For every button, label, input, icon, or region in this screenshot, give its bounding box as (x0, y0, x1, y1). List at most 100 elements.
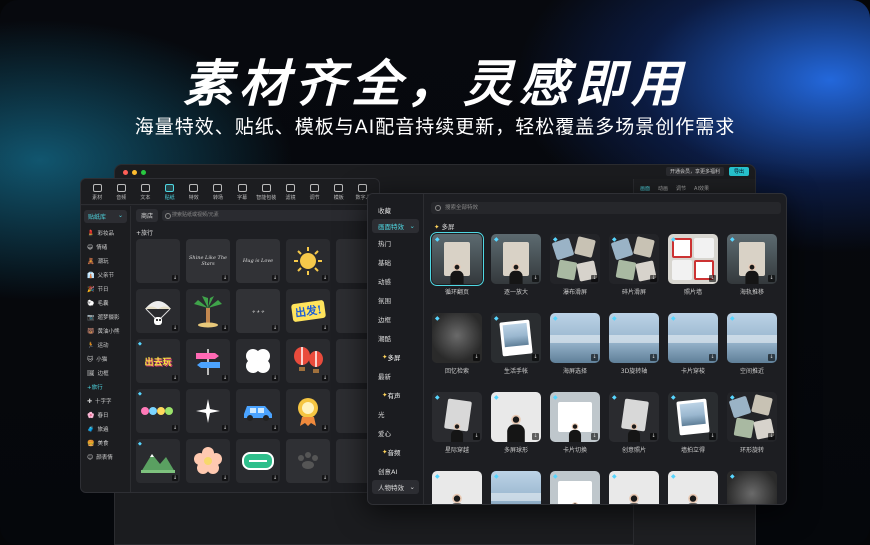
download-icon[interactable]: ↓ (222, 275, 228, 281)
effect-item[interactable]: ◆↓拉开序幕 (727, 471, 777, 504)
effects-category-item[interactable]: 基础 (368, 252, 423, 271)
download-icon[interactable]: ↓ (322, 375, 328, 381)
download-icon[interactable]: ↓ (272, 275, 278, 281)
effect-item[interactable]: ◆ ↓ 多屏球形 (491, 392, 541, 454)
sticker-tile[interactable]: ↓ (236, 339, 280, 383)
effect-item[interactable]: ◆ 循环翻页 (430, 232, 484, 296)
effect-thumbnail[interactable]: ◆↓ (432, 471, 482, 504)
effect-item[interactable]: ◆ ↓ 卡片切换 (550, 392, 600, 454)
download-icon[interactable]: ↓ (650, 275, 657, 282)
effect-thumbnail[interactable]: ◆↓ (550, 313, 600, 363)
effect-item[interactable]: ◆ ↓ 海屏选择 (550, 313, 600, 375)
download-icon[interactable]: ↓ (709, 433, 716, 440)
properties-tab[interactable]: 动画 (658, 185, 668, 192)
effects-category-item[interactable]: 创意AI (368, 461, 423, 480)
download-icon[interactable]: ↓ (650, 354, 657, 361)
effect-item[interactable]: ◆↓切换镜头 (432, 471, 482, 504)
sticker-tile[interactable]: ↓ (136, 289, 180, 333)
effects-category-item[interactable]: ✦ 多屏 (368, 347, 423, 366)
download-icon[interactable]: ↓ (709, 354, 716, 361)
sidebar-item[interactable]: 🍔 美食 (81, 436, 130, 450)
sticker-tile[interactable]: ↓ (286, 389, 330, 433)
sidebar-item[interactable]: ✚ 十字字 (81, 394, 130, 408)
sidebar-item[interactable]: 🖼 边框 (81, 366, 130, 380)
effect-thumbnail[interactable]: ◆↓ (491, 234, 541, 284)
effect-thumbnail[interactable]: ◆↓ (668, 392, 718, 442)
download-icon[interactable]: ↓ (222, 425, 228, 431)
download-icon[interactable]: ↓ (272, 425, 278, 431)
effects-category-item[interactable]: 光 (368, 404, 423, 423)
effect-thumbnail[interactable]: ◆↓ (727, 392, 777, 442)
download-icon[interactable]: ↓ (768, 433, 775, 440)
sidebar-item[interactable]: 🧸 潮玩 (81, 254, 130, 268)
download-icon[interactable]: ↓ (591, 275, 598, 282)
download-icon[interactable]: ↓ (222, 325, 228, 331)
effects-category-item[interactable]: 画面特效 ⌄ (372, 219, 419, 233)
effects-search-input[interactable]: 搜索全部特效 (431, 202, 781, 214)
download-icon[interactable]: ↓ (222, 475, 228, 481)
effect-item[interactable]: ◆ ↓ 星际穿越 (432, 392, 482, 454)
download-icon[interactable]: ↓ (532, 275, 539, 282)
sidebar-item[interactable]: 🌸 春日 (81, 408, 130, 422)
effects-category-item[interactable]: ✦ 音频 (368, 442, 423, 461)
account-button[interactable]: 开通会员，享更多福利 (665, 167, 724, 176)
effect-item[interactable]: ◆ ↓ 回忆检索 (432, 313, 482, 375)
sticker-tile[interactable]: ✈ ✈ ✈ ↓ (236, 289, 280, 333)
sticker-tile[interactable]: ↓ (286, 339, 330, 383)
download-icon[interactable]: ↓ (768, 354, 775, 361)
effect-item[interactable]: ◆ ↓ 瀑布滑屏 (550, 234, 600, 296)
effect-item[interactable]: ◆↓3D旋转 (609, 471, 659, 504)
download-icon[interactable]: ↓ (222, 375, 228, 381)
sticker-tile[interactable]: ↓ (136, 239, 180, 283)
sticker-tile[interactable]: ↓ (186, 439, 230, 483)
sidebar-item[interactable]: 🧳 旅遍 (81, 422, 130, 436)
effect-item[interactable]: ◆ ↓ 生活手帐 (491, 313, 541, 375)
sidebar-item[interactable]: 🐻 黄油小熊 (81, 324, 130, 338)
toolbar-sticker[interactable]: 贴纸 (158, 184, 182, 201)
effect-thumbnail[interactable]: ◆↓ (727, 234, 777, 284)
effect-item[interactable]: ◆↓纵向轮播 (550, 471, 600, 504)
effects-category-item[interactable]: 边框 (368, 309, 423, 328)
effect-item[interactable]: ◆ ↓ 环形旋转 (727, 392, 777, 454)
sticker-tile[interactable]: Shine Like The Stars ↓ (186, 239, 230, 283)
effects-category-item[interactable]: 人物特效 ⌄ (372, 480, 419, 494)
effect-item[interactable]: ◆ ↓ 照片墙 (668, 234, 718, 296)
sticker-tile[interactable]: ↓ (186, 339, 230, 383)
effect-item[interactable]: ◆↓斜向切换 (491, 471, 541, 504)
download-icon[interactable]: ↓ (172, 325, 178, 331)
toolbar-package[interactable]: 智能包装 (254, 184, 278, 201)
sticker-tile[interactable]: ↓ (286, 239, 330, 283)
download-icon[interactable]: ↓ (768, 275, 775, 282)
effect-item[interactable]: ◆↓海屏切换 (668, 471, 718, 504)
sidebar-item[interactable]: 💄 彩妆品 (81, 226, 130, 240)
effect-thumbnail[interactable]: ◆↓ (609, 234, 659, 284)
properties-tab[interactable]: 画面 (640, 185, 650, 192)
effect-item[interactable]: ◆ ↓ 空间推近 (727, 313, 777, 375)
sticker-search-input[interactable]: 搜索贴纸或视频/元素 (162, 209, 375, 221)
export-button[interactable]: 导出 (728, 167, 749, 176)
sidebar-item[interactable]: 📷 遛梦摄影 (81, 310, 130, 324)
effect-item[interactable]: ◆ ↓ 墙拍立得 (668, 392, 718, 454)
sidebar-item[interactable]: 😊 颜表情 (81, 450, 130, 464)
effect-item[interactable]: ◆ ↓ 逐一放大 (491, 234, 541, 296)
sticker-tile[interactable]: Hug is Love ↓ (236, 239, 280, 283)
effect-thumbnail[interactable]: ◆↓ (609, 471, 659, 504)
download-icon[interactable]: ↓ (172, 275, 178, 281)
effect-thumbnail[interactable]: ◆↓ (550, 234, 600, 284)
effect-item[interactable]: ◆ ↓ 卡片穿梭 (668, 313, 718, 375)
sticker-tile[interactable]: ↓ (286, 439, 330, 483)
download-icon[interactable]: ↓ (650, 433, 657, 440)
effect-thumbnail[interactable]: ◆↓ (432, 392, 482, 442)
effect-thumbnail[interactable]: ◆↓ (491, 313, 541, 363)
sidebar-item[interactable]: +旅行 (81, 380, 130, 394)
download-icon[interactable]: ↓ (272, 375, 278, 381)
properties-tab[interactable]: AI效果 (694, 185, 709, 192)
shop-button[interactable]: 商店 (136, 208, 159, 222)
sticker-tile[interactable]: ↓ (236, 389, 280, 433)
toolbar-transition[interactable]: 转场 (206, 184, 230, 201)
download-icon[interactable]: ↓ (709, 275, 716, 282)
sticker-tile[interactable]: ◆ ↓ (136, 439, 180, 483)
effect-thumbnail[interactable]: ◆↓ (668, 471, 718, 504)
close-dot-icon[interactable] (123, 169, 128, 175)
effect-thumbnail[interactable]: ◆↓ (668, 313, 718, 363)
